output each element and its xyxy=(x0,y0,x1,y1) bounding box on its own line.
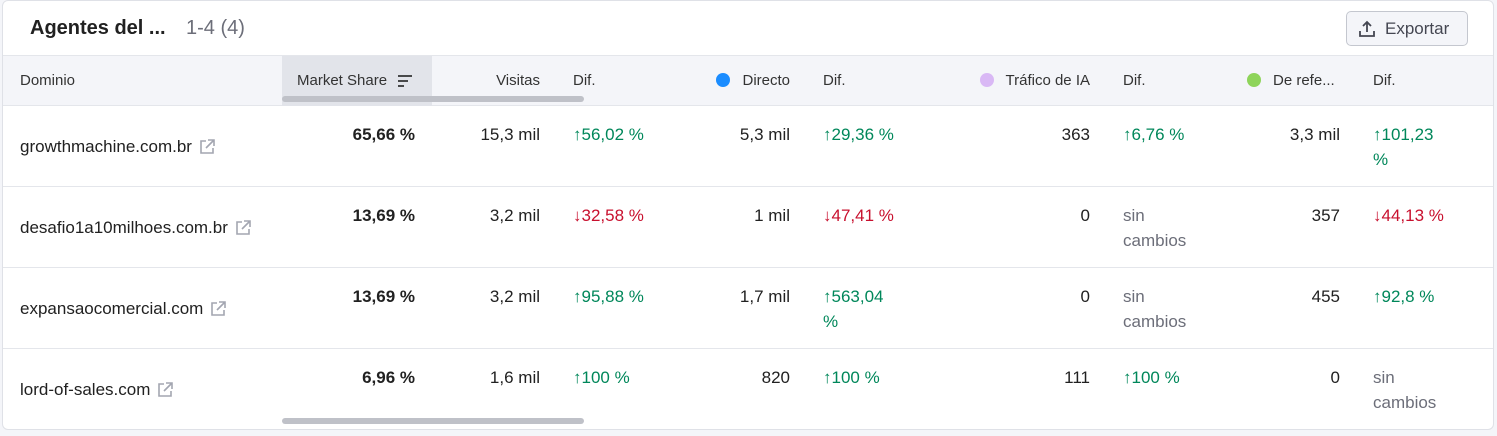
trafico-ia-legend-dot xyxy=(979,73,994,87)
dif-directo-value: ↑100 % xyxy=(823,368,880,387)
domain-name[interactable]: expansaocomercial.com xyxy=(20,296,203,321)
column-header-dif-trafico-ia[interactable]: Dif. xyxy=(1123,72,1146,89)
referencia-value: 357 xyxy=(1311,206,1340,225)
visitas-value: 1,6 mil xyxy=(489,368,540,387)
dif-trafico-ia-line1: sin xyxy=(1123,206,1145,225)
visitas-value: 3,2 mil xyxy=(489,287,540,306)
table-row: expansaocomercial.com 13,69 % 3,2 mil ↑9… xyxy=(3,268,1493,349)
dif-referencia-value: ↓44,13 % xyxy=(1373,206,1444,225)
column-header-market-share[interactable]: Market Share xyxy=(297,72,413,89)
visitas-value: 15,3 mil xyxy=(480,125,540,144)
market-share-value: 13,69 % xyxy=(352,206,415,225)
dif-directo-line1: ↑563,04 xyxy=(823,287,884,306)
domain-link[interactable]: desafio1a10milhoes.com.br xyxy=(20,215,252,240)
external-link-icon[interactable] xyxy=(209,300,227,318)
dif-referencia-value: ↑101,23 % xyxy=(1373,122,1434,172)
column-header-dif-visitas[interactable]: Dif. xyxy=(573,72,596,89)
table-row: growthmachine.com.br 65,66 % 15,3 mil ↑5… xyxy=(3,106,1493,187)
external-link-icon[interactable] xyxy=(156,381,174,399)
trafico-ia-value: 0 xyxy=(1080,206,1090,225)
directo-value: 5,3 mil xyxy=(739,125,790,144)
column-header-visitas[interactable]: Visitas xyxy=(496,72,540,89)
dif-trafico-ia-line2: cambios xyxy=(1123,312,1187,331)
dif-directo-line2: % xyxy=(823,312,839,331)
trafico-ia-value: 0 xyxy=(1080,287,1090,306)
dif-referencia-line2: cambios xyxy=(1373,393,1437,412)
domain-name[interactable]: desafio1a10milhoes.com.br xyxy=(20,215,228,240)
export-button[interactable]: Exportar xyxy=(1346,11,1468,46)
dif-referencia-line1: ↑101,23 xyxy=(1373,125,1434,144)
dif-referencia-value: sin cambios xyxy=(1373,365,1436,415)
column-header-dif-referencia[interactable]: Dif. xyxy=(1373,72,1396,89)
table-header: Agentes del ... 1-4 (4) Exportar xyxy=(3,1,1493,56)
result-count: 1-4 (4) xyxy=(186,17,245,39)
directo-legend-dot xyxy=(716,73,731,87)
visitas-value: 3,2 mil xyxy=(489,206,540,225)
export-label: Exportar xyxy=(1385,18,1450,38)
domain-link[interactable]: lord-of-sales.com xyxy=(20,377,174,402)
dif-trafico-ia-line1: sin xyxy=(1123,287,1145,306)
market-share-value: 13,69 % xyxy=(352,287,415,306)
dif-referencia-line1: sin xyxy=(1373,368,1395,387)
dif-visitas-value: ↓32,58 % xyxy=(573,206,644,225)
table-card: Agentes del ... 1-4 (4) Exportar Dominio… xyxy=(2,0,1494,430)
referencia-value: 0 xyxy=(1330,368,1340,387)
dif-trafico-ia-value: ↑100 % xyxy=(1123,368,1180,387)
dif-referencia-value: ↑92,8 % xyxy=(1373,287,1435,306)
domain-link[interactable]: growthmachine.com.br xyxy=(20,134,216,159)
referencia-legend-dot xyxy=(1247,73,1261,87)
external-link-icon[interactable] xyxy=(198,138,216,156)
dif-referencia-line2: % xyxy=(1373,150,1389,169)
domain-name[interactable]: growthmachine.com.br xyxy=(20,134,192,159)
market-share-value: 65,66 % xyxy=(352,125,415,144)
table-title: Agentes del ... xyxy=(30,17,166,39)
directo-label: Directo xyxy=(742,72,790,89)
column-header-directo[interactable]: Directo xyxy=(716,72,790,89)
dif-trafico-ia-value: ↑6,76 % xyxy=(1123,125,1185,144)
referencia-value: 455 xyxy=(1311,287,1340,306)
market-share-value: 6,96 % xyxy=(362,368,415,387)
dif-visitas-value: ↑95,88 % xyxy=(573,287,644,306)
dif-directo-value: ↑563,04 % xyxy=(823,284,884,334)
external-link-icon[interactable] xyxy=(234,219,252,237)
trafico-ia-label: Tráfico de IA xyxy=(1005,72,1090,89)
upload-icon xyxy=(1359,20,1375,37)
trafico-ia-value: 363 xyxy=(1061,125,1090,144)
column-header-trafico-ia[interactable]: Tráfico de IA xyxy=(979,72,1090,89)
horizontal-scrollbar-bottom[interactable] xyxy=(282,418,584,424)
horizontal-scrollbar-top[interactable] xyxy=(282,96,584,102)
directo-value: 820 xyxy=(761,368,790,387)
referencia-value: 3,3 mil xyxy=(1289,125,1340,144)
dif-directo-value: ↓47,41 % xyxy=(823,206,894,225)
domain-link[interactable]: expansaocomercial.com xyxy=(20,296,227,321)
table-row: desafio1a10milhoes.com.br 13,69 % 3,2 mi… xyxy=(3,187,1493,268)
market-share-label: Market Share xyxy=(297,72,388,89)
dif-directo-value: ↑29,36 % xyxy=(823,125,894,144)
dif-trafico-ia-line2: cambios xyxy=(1123,231,1187,250)
sort-descending-icon[interactable] xyxy=(397,74,413,88)
column-header-referencia[interactable]: De refe... xyxy=(1247,72,1335,89)
table-row: lord-of-sales.com 6,96 % 1,6 mil ↑100 % … xyxy=(3,349,1493,429)
domain-name[interactable]: lord-of-sales.com xyxy=(20,377,150,402)
dif-trafico-ia-value: sin cambios xyxy=(1123,284,1186,334)
column-header-dominio: Dominio xyxy=(20,72,76,89)
directo-value: 1,7 mil xyxy=(739,287,790,306)
dif-trafico-ia-value: sin cambios xyxy=(1123,203,1186,253)
dif-visitas-value: ↑56,02 % xyxy=(573,125,644,144)
directo-value: 1 mil xyxy=(754,206,790,225)
dif-visitas-value: ↑100 % xyxy=(573,368,630,387)
column-header-row: Dominio Market Share Visitas Dif. Direct… xyxy=(3,55,1493,106)
column-header-dif-directo[interactable]: Dif. xyxy=(823,72,846,89)
trafico-ia-value: 111 xyxy=(1064,368,1090,387)
referencia-label: De refe... xyxy=(1273,72,1335,89)
